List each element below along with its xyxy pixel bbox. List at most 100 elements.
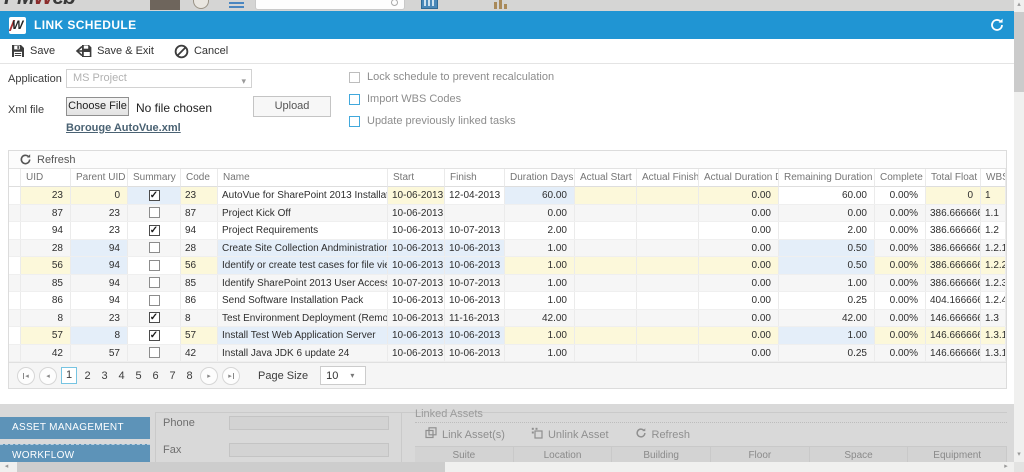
application-select[interactable]: MS Project ▾ [66, 69, 252, 88]
link-assets-button[interactable]: Link Asset(s) [425, 427, 505, 442]
shield-icon[interactable] [193, 0, 209, 9]
upload-button[interactable]: Upload [253, 96, 331, 117]
table-row[interactable]: 425742Install Java JDK 6 update 2410-06-… [9, 345, 1006, 363]
table-row[interactable]: 942394Project Requirements10-06-201310-0… [9, 222, 1006, 240]
scroll-down-icon[interactable]: ▾ [1014, 450, 1024, 460]
search-input[interactable] [255, 0, 405, 10]
summary-checkbox[interactable] [149, 225, 160, 236]
field-input[interactable] [229, 443, 389, 457]
cell-summary [128, 187, 181, 204]
grid-refresh-button[interactable]: Refresh [9, 151, 1006, 169]
table-row[interactable]: 57857Install Test Web Application Server… [9, 327, 1006, 345]
summary-checkbox[interactable] [149, 347, 160, 358]
table-row[interactable]: 872387Project Kick Off10-06-20130.000.00… [9, 205, 1006, 223]
column-header-summary[interactable]: Summary [128, 169, 181, 187]
summary-checkbox[interactable] [149, 242, 160, 253]
cell-duration_days: 1.00 [505, 292, 575, 309]
table-row[interactable]: 869486Send Software Installation Pack10-… [9, 292, 1006, 310]
table-row[interactable]: 289428Create Site Collection Andministra… [9, 240, 1006, 258]
checkbox-icon[interactable] [349, 72, 360, 83]
vertical-scrollbar[interactable]: ▴ ▾ [1014, 0, 1024, 462]
unlink-asset-button[interactable]: Unlink Asset [531, 427, 609, 442]
page-number-4[interactable]: 4 [115, 370, 128, 382]
column-header-actual_start[interactable]: Actual Start [575, 169, 637, 187]
column-header-complete[interactable]: Complete [875, 169, 926, 187]
form-checkbox-0[interactable]: Lock schedule to prevent recalculation [349, 70, 554, 84]
cell-code: 28 [181, 240, 218, 257]
page-number-1[interactable]: 1 [61, 367, 77, 384]
summary-checkbox[interactable] [149, 190, 160, 201]
column-header-actual_finish[interactable]: Actual Finish [637, 169, 699, 187]
cell-complete: 0.00% [875, 240, 926, 257]
checkbox-icon[interactable] [349, 116, 360, 127]
page-number-6[interactable]: 6 [149, 370, 162, 382]
column-header-wbs_code[interactable]: WBS Code [981, 169, 1006, 187]
linked-assets-refresh-button[interactable]: Refresh [635, 427, 691, 442]
next-page-button[interactable]: ▸ [200, 367, 218, 385]
column-header-remaining_duration_days[interactable]: Remaining Duration Days [779, 169, 875, 187]
column-header-finish[interactable]: Finish [445, 169, 505, 187]
cancel-button[interactable]: Cancel [174, 44, 228, 59]
sidebar-item-workflow[interactable]: WORKFLOW [0, 444, 150, 462]
cell-parent_uid: 94 [71, 257, 128, 274]
cell-complete: 0.00% [875, 310, 926, 327]
first-page-button[interactable]: ◂ [17, 367, 35, 385]
field-input[interactable] [229, 416, 389, 430]
horizontal-scrollbar[interactable]: ◂ ▸ [0, 462, 1014, 472]
column-header-name[interactable]: Name [218, 169, 388, 187]
cell-remaining_duration_days: 0.00 [779, 205, 875, 222]
cell-code: 85 [181, 275, 218, 292]
chart-icon[interactable] [494, 0, 510, 9]
column-header-uid[interactable]: UID [21, 169, 71, 187]
page-number-7[interactable]: 7 [166, 370, 179, 382]
calendar-icon[interactable] [421, 0, 438, 9]
xml-file-link[interactable]: Borouge AutoVue.xml [66, 122, 181, 134]
form-checkbox-1[interactable]: Import WBS Codes [349, 92, 554, 106]
page-number-5[interactable]: 5 [132, 370, 145, 382]
scroll-up-icon[interactable]: ▴ [1014, 0, 1024, 10]
table-row[interactable]: 859485Identify SharePoint 2013 User Acce… [9, 275, 1006, 293]
cell-total_float: 404.166666 [926, 292, 981, 309]
cell-wbs_code: 1.2.2 [981, 257, 1006, 274]
summary-checkbox[interactable] [149, 312, 160, 323]
save-and-exit-button[interactable]: Save & Exit [75, 44, 154, 58]
horizontal-scrollbar-thumb[interactable] [17, 462, 445, 472]
checkbox-icon[interactable] [349, 94, 360, 105]
cell-summary [128, 257, 181, 274]
table-row[interactable]: 8238Test Environment Deployment (Remote … [9, 310, 1006, 328]
last-page-button[interactable]: ▸ [222, 367, 240, 385]
summary-checkbox[interactable] [149, 260, 160, 271]
cell-remaining_duration_days: 2.00 [779, 222, 875, 239]
choose-file-button[interactable]: Choose File [66, 97, 129, 116]
prev-page-button[interactable]: ◂ [39, 367, 57, 385]
cell-actual_duration_days: 0.00 [699, 310, 779, 327]
page-number-8[interactable]: 8 [183, 370, 196, 382]
summary-checkbox[interactable] [149, 330, 160, 341]
column-header-total_float[interactable]: Total Float [926, 169, 981, 187]
dialog-toolbar: Save Save & Exit Cancel [0, 39, 1014, 64]
summary-checkbox[interactable] [149, 207, 160, 218]
page-number-2[interactable]: 2 [81, 370, 94, 382]
scroll-left-icon[interactable]: ◂ [0, 462, 13, 472]
dialog-title: LINK SCHEDULE [34, 18, 981, 32]
page-number-3[interactable]: 3 [98, 370, 111, 382]
dialog-refresh-icon[interactable] [989, 17, 1005, 33]
summary-checkbox[interactable] [149, 295, 160, 306]
column-header-start[interactable]: Start [388, 169, 445, 187]
vertical-scrollbar-thumb[interactable] [1014, 12, 1024, 92]
column-header-duration_days[interactable]: Duration Days [505, 169, 575, 187]
sidebar-item-asset-management[interactable]: ASSET MANAGEMENT [0, 417, 150, 439]
form-checkbox-2[interactable]: Update previously linked tasks [349, 114, 554, 128]
user-avatar[interactable] [150, 0, 180, 10]
page-size-select[interactable]: 10▾ [320, 366, 366, 385]
cell-complete: 0.00% [875, 345, 926, 362]
scroll-right-icon[interactable]: ▸ [1000, 462, 1012, 472]
table-row[interactable]: 23023AutoVue for SharePoint 2013 Install… [9, 187, 1006, 205]
menu-icon[interactable] [229, 2, 244, 8]
column-header-actual_duration_days[interactable]: Actual Duration Days [699, 169, 779, 187]
save-button[interactable]: Save [11, 44, 55, 58]
column-header-code[interactable]: Code [181, 169, 218, 187]
summary-checkbox[interactable] [149, 277, 160, 288]
column-header-parent_uid[interactable]: Parent UID [71, 169, 128, 187]
table-row[interactable]: 569456Identify or create test cases for … [9, 257, 1006, 275]
